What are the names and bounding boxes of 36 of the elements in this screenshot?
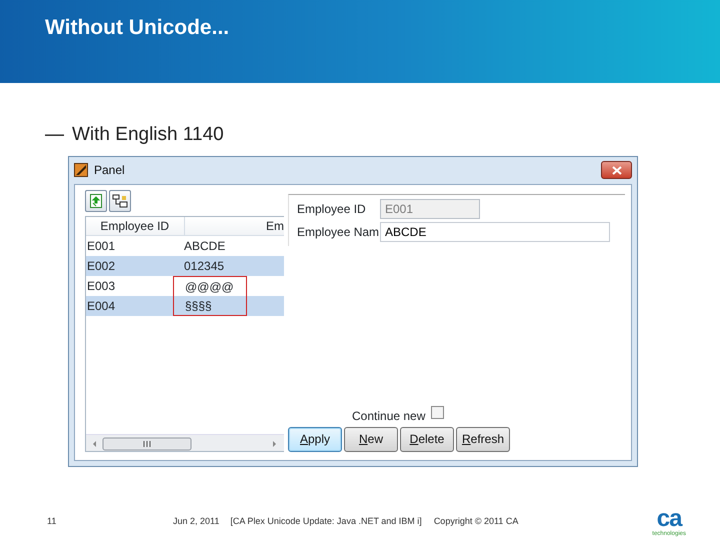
field-label: Employee Nam	[297, 224, 380, 240]
table-cell-text: E003	[86, 278, 116, 294]
action-button[interactable]: Refresh	[456, 426, 510, 452]
footer-topic: [CA Plex Unicode Update: Java .NET and IBM i]	[230, 514, 422, 528]
footer-date: Jun 2, 2011	[173, 514, 220, 528]
window-title: Panel	[94, 162, 126, 179]
text-field[interactable]: ABCDE	[380, 222, 610, 242]
app-icon	[74, 163, 88, 177]
column-header[interactable]: Employee ID	[86, 216, 184, 234]
continue-checkbox[interactable]	[431, 406, 444, 418]
table-row[interactable]: E002 012345	[86, 256, 284, 276]
refresh-button[interactable]	[85, 190, 107, 212]
column-header[interactable]: Em	[184, 216, 284, 234]
table-cell-text: E002	[86, 258, 116, 274]
logo-mark: ca	[656, 506, 682, 530]
hierarchy-icon	[112, 194, 128, 208]
table-cell-text: 012345	[183, 258, 226, 274]
table-cell-text: E004	[86, 298, 116, 314]
field-label: Employee ID	[297, 200, 367, 218]
close-button[interactable]	[601, 161, 632, 179]
action-button[interactable]: Delete	[400, 426, 454, 452]
table-cell: §§§§	[173, 296, 247, 316]
table-cell-text: ABCDE	[183, 238, 226, 254]
checkbox-label: Continue new	[352, 408, 426, 424]
action-button[interactable]: Apply	[288, 426, 342, 452]
table-row[interactable]: E001 ABCDE	[86, 236, 284, 256]
page-number: 11	[47, 514, 58, 528]
layout-button[interactable]	[109, 190, 131, 212]
table-cell-text: E001	[86, 238, 116, 254]
slide-title: Without Unicode...	[45, 15, 230, 41]
bullet-text: With English 1140	[72, 123, 224, 147]
footer-copyright: Copyright © 2011 CA	[434, 514, 518, 528]
bullet-dash: —	[45, 123, 64, 147]
action-button[interactable]: New	[344, 426, 398, 452]
close-icon	[612, 166, 622, 174]
table-row[interactable]: E004 §§§§	[86, 296, 284, 316]
